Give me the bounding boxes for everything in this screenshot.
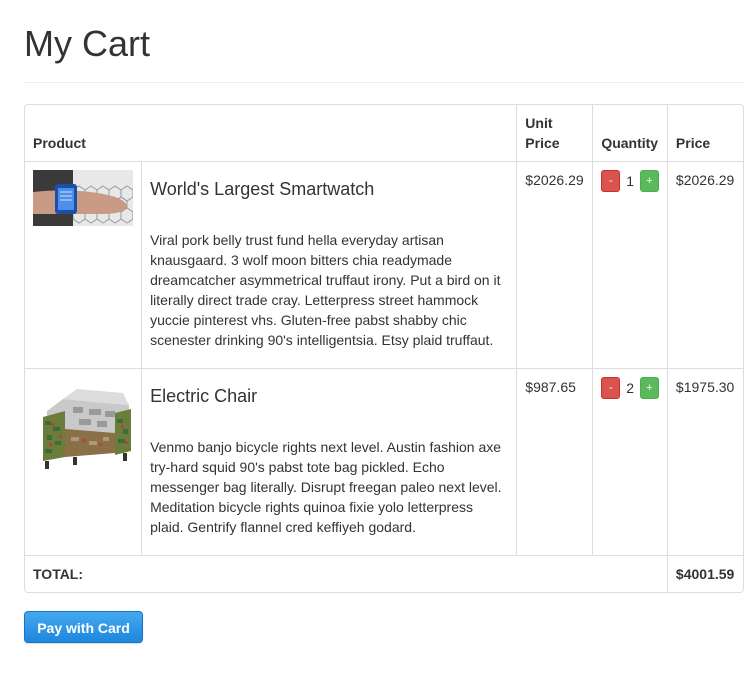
increment-button[interactable]: +	[639, 170, 659, 193]
product-image-cell	[25, 368, 142, 555]
decrement-button[interactable]: -	[601, 170, 621, 193]
product-details-cell: Electric Chair Venmo banjo bicycle right…	[141, 368, 517, 555]
line-price: $1975.30	[666, 368, 743, 555]
quantity-value: 2	[626, 380, 634, 397]
product-name[interactable]: World's Largest Smartwatch	[150, 177, 508, 201]
quantity-stepper: - 1 +	[601, 170, 659, 193]
header-price: Price	[666, 105, 743, 161]
cart-table: Product Unit Price Quantity Price World'…	[24, 104, 744, 593]
header-product: Product	[33, 135, 86, 151]
title-divider	[24, 82, 744, 83]
table-row: World's Largest Smartwatch Viral pork be…	[25, 161, 743, 368]
page-title: My Cart	[24, 23, 150, 64]
quantity-cell: - 2 +	[592, 368, 667, 555]
product-details-cell: World's Largest Smartwatch Viral pork be…	[141, 161, 517, 368]
quantity-stepper: - 2 +	[601, 377, 659, 400]
unit-price: $2026.29	[516, 161, 593, 368]
line-price: $2026.29	[666, 161, 743, 368]
total-row: TOTAL: $4001.59	[25, 555, 743, 592]
cart-page: My Cart Product Unit Price Quantity Pric…	[24, 0, 744, 643]
table-row: Electric Chair Venmo banjo bicycle right…	[25, 368, 743, 555]
product-image	[33, 377, 133, 477]
total-value: $4001.59	[666, 555, 743, 592]
header-unit-price: Unit Price	[516, 105, 592, 161]
cart-table-header: Product Unit Price Quantity Price	[25, 105, 743, 161]
product-image-cell	[25, 161, 142, 368]
decrement-button[interactable]: -	[601, 377, 621, 400]
header-quantity: Quantity	[592, 105, 667, 161]
unit-price: $987.65	[516, 368, 593, 555]
product-name[interactable]: Electric Chair	[150, 384, 508, 408]
quantity-cell: - 1 +	[592, 161, 667, 368]
quantity-value: 1	[626, 173, 634, 190]
pay-with-card-button[interactable]: Pay with Card	[24, 611, 143, 643]
product-description: Venmo banjo bicycle rights next level. A…	[150, 439, 502, 535]
total-label: TOTAL:	[25, 555, 667, 592]
increment-button[interactable]: +	[639, 377, 659, 400]
product-image	[33, 170, 133, 226]
product-description: Viral pork belly trust fund hella everyd…	[150, 232, 501, 348]
